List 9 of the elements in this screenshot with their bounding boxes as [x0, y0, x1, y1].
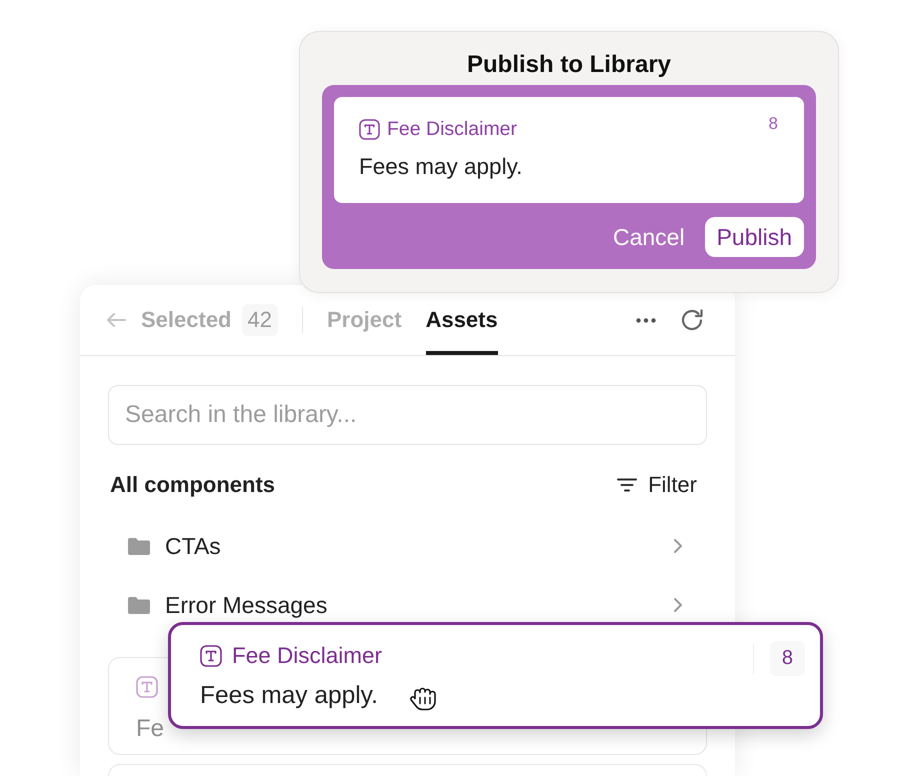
usage-count: 8	[768, 114, 778, 134]
section-title: All components	[110, 472, 276, 498]
component-text: Fees may apply.	[200, 682, 378, 710]
count-badge: 8	[770, 641, 805, 676]
component-name: Fee Disclaimer	[232, 643, 382, 669]
count-badge: 42	[242, 304, 278, 336]
component-name: Fee Disclaimer	[387, 118, 518, 141]
dialog-title: Publish to Library	[466, 50, 672, 80]
component-text: Fees may apply.	[359, 154, 524, 180]
